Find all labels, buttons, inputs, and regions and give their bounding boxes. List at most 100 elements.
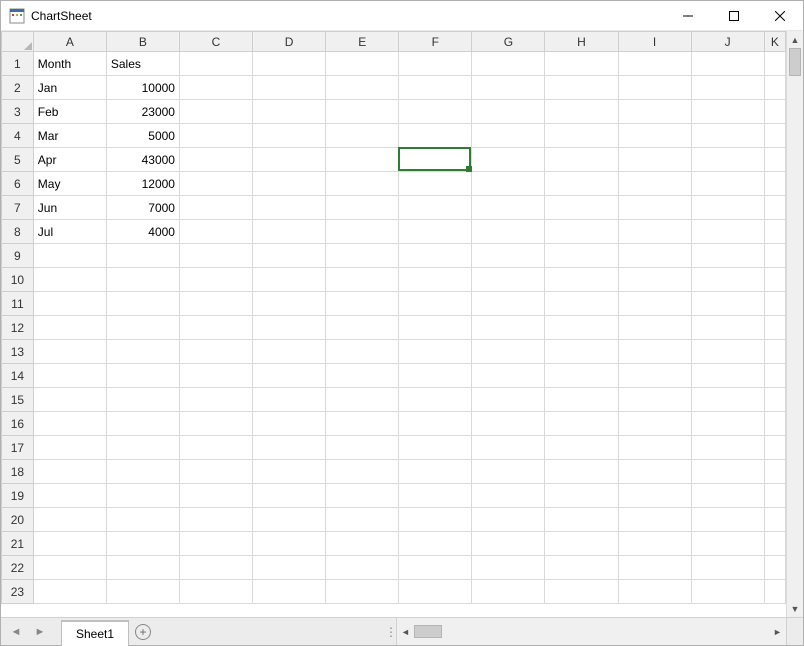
- column-header[interactable]: E: [326, 32, 399, 52]
- cell[interactable]: [618, 220, 691, 244]
- cell[interactable]: [253, 412, 326, 436]
- cell[interactable]: [326, 292, 399, 316]
- cell[interactable]: [179, 580, 252, 604]
- cell[interactable]: [472, 268, 545, 292]
- cell[interactable]: [399, 436, 472, 460]
- cell[interactable]: [106, 460, 179, 484]
- cell[interactable]: Jan: [33, 76, 106, 100]
- column-header[interactable]: G: [472, 32, 545, 52]
- cell[interactable]: [545, 484, 618, 508]
- row-header[interactable]: 23: [2, 580, 34, 604]
- cell[interactable]: [618, 52, 691, 76]
- cell[interactable]: [33, 364, 106, 388]
- cell[interactable]: [326, 52, 399, 76]
- scroll-right-arrow-icon[interactable]: ►: [769, 623, 786, 640]
- cell[interactable]: [764, 316, 785, 340]
- cell[interactable]: [545, 172, 618, 196]
- cell[interactable]: [33, 340, 106, 364]
- vertical-scroll-track[interactable]: [787, 48, 803, 600]
- cell[interactable]: [33, 532, 106, 556]
- cell[interactable]: [764, 340, 785, 364]
- cell[interactable]: [472, 52, 545, 76]
- cell[interactable]: [33, 508, 106, 532]
- cell[interactable]: [253, 196, 326, 220]
- cell[interactable]: [33, 484, 106, 508]
- horizontal-scroll-track[interactable]: [414, 623, 769, 640]
- cell[interactable]: [253, 100, 326, 124]
- cell[interactable]: [253, 316, 326, 340]
- cell[interactable]: [691, 196, 764, 220]
- column-header[interactable]: B: [106, 32, 179, 52]
- cell[interactable]: [618, 484, 691, 508]
- cell[interactable]: 10000: [106, 76, 179, 100]
- cell[interactable]: [545, 412, 618, 436]
- cell[interactable]: [545, 268, 618, 292]
- cell[interactable]: [326, 124, 399, 148]
- close-button[interactable]: [757, 1, 803, 31]
- minimize-button[interactable]: [665, 1, 711, 31]
- cell[interactable]: [326, 268, 399, 292]
- cell[interactable]: [106, 340, 179, 364]
- cell[interactable]: [399, 148, 472, 172]
- row-header[interactable]: 4: [2, 124, 34, 148]
- cell[interactable]: [179, 532, 252, 556]
- row-header[interactable]: 6: [2, 172, 34, 196]
- cell[interactable]: [106, 412, 179, 436]
- cell[interactable]: [326, 388, 399, 412]
- cell[interactable]: [764, 292, 785, 316]
- cell[interactable]: [764, 556, 785, 580]
- cell[interactable]: [764, 52, 785, 76]
- cell[interactable]: Mar: [33, 124, 106, 148]
- cell[interactable]: [691, 340, 764, 364]
- cell[interactable]: [618, 292, 691, 316]
- cell[interactable]: [253, 220, 326, 244]
- cell[interactable]: [618, 436, 691, 460]
- row-header[interactable]: 9: [2, 244, 34, 268]
- cell[interactable]: [618, 388, 691, 412]
- cell[interactable]: [472, 76, 545, 100]
- row-header[interactable]: 10: [2, 268, 34, 292]
- cell[interactable]: [618, 580, 691, 604]
- cell[interactable]: [399, 532, 472, 556]
- row-header[interactable]: 3: [2, 100, 34, 124]
- cell[interactable]: [399, 316, 472, 340]
- cell[interactable]: [253, 268, 326, 292]
- cell[interactable]: [179, 52, 252, 76]
- cell[interactable]: [472, 100, 545, 124]
- cell[interactable]: [179, 268, 252, 292]
- cell[interactable]: [399, 364, 472, 388]
- cell[interactable]: [472, 172, 545, 196]
- cell[interactable]: 23000: [106, 100, 179, 124]
- column-header[interactable]: I: [618, 32, 691, 52]
- cell[interactable]: [472, 412, 545, 436]
- cell[interactable]: [691, 388, 764, 412]
- cell[interactable]: [764, 508, 785, 532]
- cell[interactable]: [179, 76, 252, 100]
- cell[interactable]: [764, 364, 785, 388]
- cell[interactable]: [618, 532, 691, 556]
- select-all-corner[interactable]: [2, 32, 34, 52]
- cell[interactable]: [472, 484, 545, 508]
- cell[interactable]: [253, 76, 326, 100]
- cell[interactable]: [106, 532, 179, 556]
- column-header[interactable]: C: [179, 32, 252, 52]
- cell[interactable]: May: [33, 172, 106, 196]
- cell[interactable]: [618, 148, 691, 172]
- cell[interactable]: [179, 556, 252, 580]
- cell[interactable]: Month: [33, 52, 106, 76]
- cell[interactable]: [33, 388, 106, 412]
- cell[interactable]: [472, 316, 545, 340]
- cell[interactable]: [691, 412, 764, 436]
- cell[interactable]: [179, 364, 252, 388]
- add-sheet-button[interactable]: +: [129, 618, 157, 645]
- row-header[interactable]: 22: [2, 556, 34, 580]
- cell[interactable]: [253, 292, 326, 316]
- cell[interactable]: [326, 340, 399, 364]
- cell[interactable]: [545, 556, 618, 580]
- cell[interactable]: [253, 532, 326, 556]
- cell[interactable]: [326, 148, 399, 172]
- cell[interactable]: 5000: [106, 124, 179, 148]
- cell[interactable]: [326, 436, 399, 460]
- row-header[interactable]: 19: [2, 484, 34, 508]
- cell[interactable]: [545, 196, 618, 220]
